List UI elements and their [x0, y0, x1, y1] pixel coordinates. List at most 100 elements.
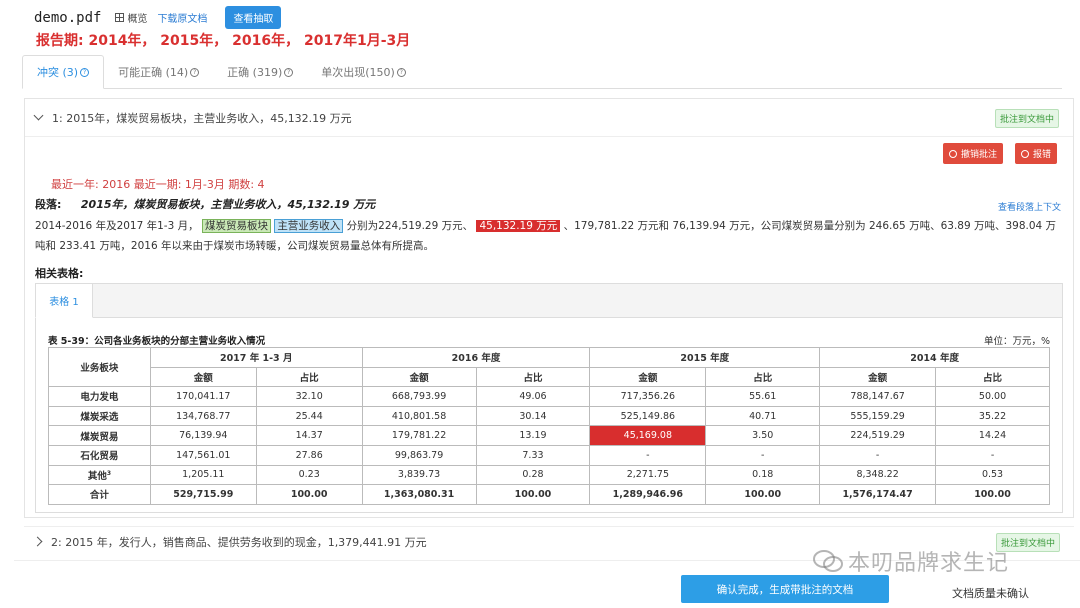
- confirm-generate-button[interactable]: 确认完成，生成带批注的文档: [681, 575, 889, 603]
- view-extract-button[interactable]: 查看抽取: [225, 6, 282, 29]
- sub-amount-header: 金额: [361, 366, 477, 388]
- table-row: 电力发电 170,041.17 32.10 668,793.99 49.06 717,35…: [48, 386, 1050, 407]
- table-cell: 55.61: [705, 386, 821, 407]
- sub-ratio-header: 占比: [475, 366, 591, 388]
- table-cell: 99,863.79: [361, 444, 477, 466]
- undo-icon: [949, 149, 957, 158]
- undo-annotation-button[interactable]: 撤销批注: [943, 143, 1004, 164]
- table-cell: 134,768.77: [149, 405, 257, 427]
- table-cell: 0.53: [935, 464, 1050, 486]
- table-cell: 3.50: [705, 425, 821, 446]
- paragraph-summary: 2015年，煤炭贸易板块，主营业务收入，45,132.19 万元: [80, 198, 376, 211]
- tab-maybe-correct-label: 可能正确 (14): [118, 66, 189, 79]
- tab-single-label: 单次出现(150): [321, 66, 395, 79]
- table-cell: 35.22: [935, 405, 1050, 427]
- alert-icon: [1021, 149, 1029, 158]
- overview-link[interactable]: 概览: [115, 10, 147, 25]
- row-segment-name: 电力发电: [48, 386, 151, 407]
- table-cell: 170,041.17: [149, 386, 257, 407]
- table-cell: 717,356.26: [589, 386, 707, 407]
- row-segment-name: 其他3: [48, 464, 151, 486]
- row-segment-name: 煤炭采选: [48, 405, 151, 427]
- status-tabs: 冲突 (3)? 可能正确 (14)? 正确 (319)? 单次出现(150)?: [22, 55, 1062, 89]
- table-cell: 2,271.75: [589, 464, 707, 486]
- table-cell: 100.00: [475, 484, 591, 505]
- revenue-table: 业务板块 2017 年 1-3 月 2016 年度 2015 年度 2014 年…: [48, 346, 1050, 505]
- grid-icon: [115, 13, 125, 22]
- sub-amount-header: 金额: [589, 366, 707, 388]
- quality-status: 文档质量未确认: [952, 587, 1029, 600]
- row-segment-name: 煤炭贸易: [48, 425, 151, 446]
- conflict-item-title: 1: 2015年，煤炭贸易板块，主营业务收入，45,132.19 万元: [52, 111, 352, 125]
- paragraph-text: 2014-2016 年及2017 年1-3 月， 煤炭贸易板块 主营业务收入 分…: [35, 216, 1065, 256]
- sub-ratio-header: 占比: [935, 366, 1050, 388]
- table-cell: 100.00: [255, 484, 363, 505]
- sub-ratio-header: 占比: [255, 366, 363, 388]
- tab-table-1[interactable]: 表格 1: [35, 283, 93, 318]
- table-cell: 179,781.22: [361, 425, 477, 446]
- table-row: 煤炭采选 134,768.77 25.44 410,801.58 30.14 525,14…: [48, 405, 1050, 427]
- table-cell: 100.00: [935, 484, 1050, 505]
- table-header-row: 业务板块 2017 年 1-3 月 2016 年度 2015 年度 2014 年…: [48, 346, 1050, 388]
- table-row: 石化贸易 147,561.01 27.86 99,863.79 7.33- - - -: [48, 444, 1050, 466]
- chevron-right-icon[interactable]: [32, 536, 43, 547]
- file-name: demo.pdf: [34, 9, 102, 26]
- table-tabs: 表格 1: [35, 283, 1062, 318]
- table-cell: 0.23: [255, 464, 363, 486]
- overview-label: 概览: [127, 14, 148, 25]
- highlight-conflict-value: 45,132.19 万元: [476, 220, 561, 232]
- view-context-link[interactable]: 查看段落上下文: [998, 200, 1061, 213]
- chevron-down-icon[interactable]: [33, 110, 44, 121]
- table-cell: 555,159.29: [819, 405, 937, 427]
- top-bar: demo.pdf 概览 下载原文档 查看抽取: [34, 6, 282, 29]
- table-cell: 8,348.22: [819, 464, 937, 486]
- table-cell: 7.33: [475, 444, 591, 466]
- help-icon: ?: [284, 67, 294, 77]
- table-cell: 40.71: [705, 405, 821, 427]
- table-cell: 1,576,174.47: [819, 484, 937, 505]
- undo-label: 撤销批注: [961, 150, 998, 160]
- sub-amount-header: 金额: [149, 366, 257, 388]
- highlight-metric: 主营业务收入: [274, 219, 344, 233]
- table-cell: -: [935, 444, 1050, 466]
- sub-ratio-header: 占比: [705, 366, 821, 388]
- table-cell: 0.18: [705, 464, 821, 486]
- table-cell: 13.19: [475, 425, 591, 446]
- paragraph-row: 段落: 2015年，煤炭贸易板块，主营业务收入，45,132.19 万元: [35, 196, 375, 212]
- conflict-item-header[interactable]: 1: 2015年，煤炭贸易板块，主营业务收入，45,132.19 万元 批注到文…: [25, 99, 1073, 137]
- table-body: 电力发电 170,041.17 32.10 668,793.99 49.06 717,35…: [48, 386, 1050, 505]
- report-error-label: 报错: [1033, 150, 1052, 160]
- table-row: 其他3 1,205.11 0.23 3,839.73 0.28 2,271.75 0.18 8…: [48, 464, 1050, 486]
- tab-maybe-correct[interactable]: 可能正确 (14)?: [104, 55, 213, 89]
- table-cell: 788,147.67: [819, 386, 937, 407]
- table-cell: 1,205.11: [149, 464, 257, 486]
- table-cell: 32.10: [255, 386, 363, 407]
- table-cell: 50.00: [935, 386, 1050, 407]
- conflict-item-2-title: 2: 2015 年，发行人，销售商品、提供劳务收到的现金，1,379,441.9…: [51, 535, 427, 549]
- tab-correct-label: 正确 (319): [227, 66, 283, 79]
- row-segment-name: 石化贸易: [48, 444, 151, 466]
- tab-conflict[interactable]: 冲突 (3)?: [22, 55, 105, 89]
- col-segment-header: 业务板块: [48, 346, 151, 388]
- period-header: 2015 年度: [589, 347, 821, 368]
- table-row: 煤炭贸易 76,139.94 14.37 179,781.22 13.19 45,169.…: [48, 425, 1050, 446]
- text-segment: 2014-2016 年及2017 年1-3 月，: [35, 220, 199, 232]
- download-original-link[interactable]: 下载原文档: [157, 10, 207, 25]
- paragraph-label: 段落:: [35, 198, 62, 211]
- period-header: 2017 年 1-3 月: [149, 347, 363, 368]
- help-icon: ?: [80, 67, 90, 77]
- period-header: 2016 年度: [361, 347, 591, 368]
- table-row: 合计 529,715.99 100.00 1,363,080.31 100.00 1,28…: [48, 484, 1050, 505]
- tab-correct[interactable]: 正确 (319)?: [213, 55, 307, 89]
- help-icon: ?: [396, 67, 406, 77]
- table-cell: 224,519.29: [819, 425, 937, 446]
- watermark-text: 本叨品牌求生记: [848, 551, 1010, 576]
- report-error-button[interactable]: 报错: [1015, 143, 1058, 164]
- tab-conflict-label: 冲突 (3): [37, 66, 79, 79]
- table-cell: 410,801.58: [361, 405, 477, 427]
- table-cell: 529,715.99: [149, 484, 257, 505]
- related-table-panel: 表格 1 表 5-39：公司各业务板块的分部主营业务收入情况 单位：万元，% 业…: [35, 283, 1063, 513]
- annotate-tag[interactable]: 批注到文档中: [994, 109, 1059, 128]
- tab-single[interactable]: 单次出现(150)?: [307, 55, 420, 89]
- help-icon: ?: [190, 67, 200, 77]
